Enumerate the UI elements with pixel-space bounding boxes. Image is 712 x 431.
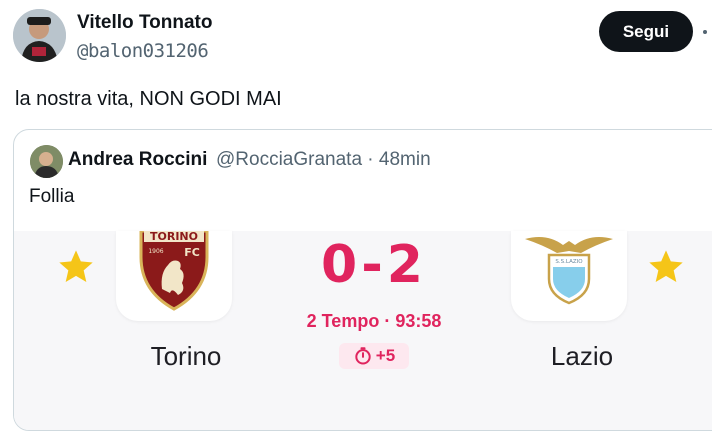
quoted-post-text: Follia	[29, 186, 75, 207]
author-handle[interactable]: @balon031206	[77, 40, 209, 62]
follow-button[interactable]: Segui	[599, 11, 693, 52]
svg-text:FC: FC	[184, 246, 200, 259]
match-scorecard-image: TORINO 1906 FC Torino 0-2 2 Tempo · 93:5…	[14, 229, 712, 430]
match-score: 0-2	[321, 235, 427, 295]
torino-crest-icon: TORINO 1906 FC	[139, 229, 209, 311]
away-team-name: Lazio	[550, 341, 614, 371]
added-time-badge: +5	[339, 343, 409, 369]
favorite-star-icon	[59, 250, 93, 282]
lazio-crest-box: S.S.LAZIO	[511, 231, 627, 321]
author-avatar[interactable]	[13, 9, 66, 62]
added-time-text: +5	[375, 346, 396, 365]
more-options-icon[interactable]	[703, 30, 707, 34]
lazio-crest-icon: S.S.LAZIO	[525, 237, 613, 305]
post-text: la nostra vita, NON GODI MAI	[15, 88, 282, 110]
match-status: 2 Tempo · 93:58	[306, 311, 442, 331]
stopwatch-icon	[355, 347, 371, 365]
quoted-post[interactable]: Andrea Roccini @RocciaGranata · 48min Fo…	[13, 129, 712, 431]
favorite-star-icon	[649, 250, 683, 282]
quoted-author-name: Andrea Roccini	[68, 149, 208, 170]
quoted-post-meta: @RocciaGranata · 48min	[216, 149, 431, 170]
quoted-author-avatar	[30, 145, 63, 178]
svg-text:S.S.LAZIO: S.S.LAZIO	[555, 259, 583, 265]
svg-text:1906: 1906	[148, 248, 163, 255]
torino-crest-box: TORINO 1906 FC	[116, 229, 232, 321]
svg-text:TORINO: TORINO	[150, 231, 198, 243]
home-team-name: Torino	[150, 341, 222, 371]
author-name[interactable]: Vitello Tonnato	[77, 12, 212, 34]
